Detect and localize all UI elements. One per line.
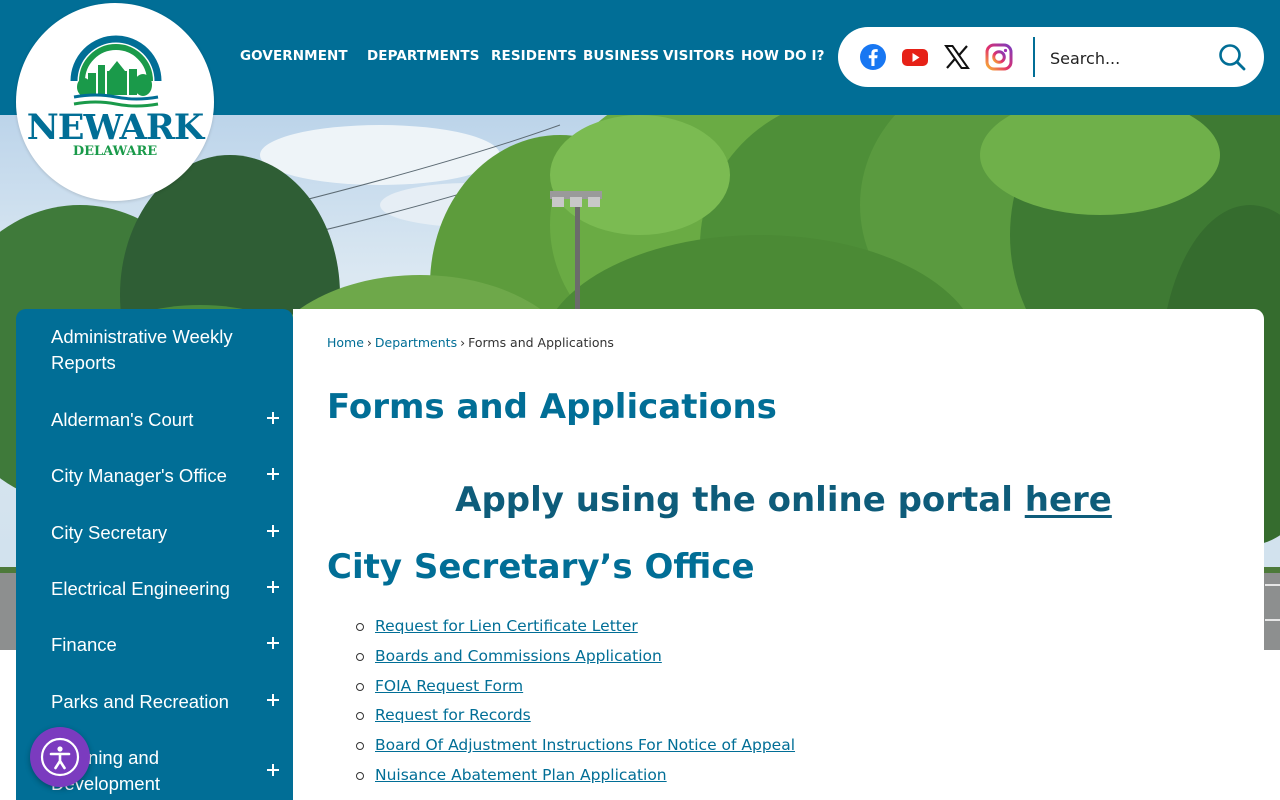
sidebar-item-finance[interactable]: Finance: [16, 632, 293, 662]
utility-bar: [838, 27, 1264, 87]
expand-plus-icon[interactable]: [266, 524, 280, 538]
sidebar-item-city-secretary[interactable]: City Secretary: [16, 520, 293, 550]
form-link-board-of-adjustment[interactable]: Board Of Adjustment Instructions For Not…: [375, 736, 795, 754]
nav-business[interactable]: BUSINESS: [583, 48, 659, 64]
nav-visitors[interactable]: VISITORS: [663, 48, 735, 64]
sidebar-item-label: Parks and Recreation: [51, 691, 229, 712]
breadcrumb-current: Forms and Applications: [468, 335, 614, 350]
sidebar-item-label: Alderman's Court: [51, 409, 194, 430]
breadcrumb-separator: ›: [460, 335, 466, 350]
sidebar-item-label: Finance: [51, 634, 117, 655]
list-item: Request for Records: [327, 702, 795, 732]
youtube-icon[interactable]: [901, 43, 929, 71]
list-item: Nuisance Abatement Plan Application: [327, 762, 795, 792]
accessibility-button[interactable]: [30, 727, 90, 787]
sidebar-item-label: City Secretary: [51, 522, 168, 543]
form-link-foia-request[interactable]: FOIA Request Form: [375, 677, 523, 695]
page-title: Forms and Applications: [327, 387, 777, 427]
breadcrumb-separator: ›: [366, 335, 372, 350]
sidebar-item-label: Administrative Weekly Reports: [51, 326, 233, 373]
logo-wordmark: NEWARK: [27, 107, 206, 148]
search-input[interactable]: [1048, 41, 1212, 75]
nav-how-do-i[interactable]: HOW DO I?: [741, 48, 825, 64]
list-item: Boards and Commissions Application: [327, 643, 795, 673]
portal-text: Apply using the online portal: [455, 480, 1025, 520]
sidebar-item-electrical-engineering[interactable]: Electrical Engineering: [16, 576, 293, 606]
sidebar-item-aldermans-court[interactable]: Alderman's Court: [16, 407, 293, 437]
expand-plus-icon[interactable]: [266, 411, 280, 425]
portal-link[interactable]: here: [1025, 480, 1112, 520]
sidebar-item-label: City Manager's Office: [51, 465, 227, 486]
breadcrumb-home[interactable]: Home: [327, 335, 364, 350]
expand-plus-icon[interactable]: [266, 636, 280, 650]
nav-government[interactable]: GOVERNMENT: [240, 48, 348, 64]
expand-plus-icon[interactable]: [266, 467, 280, 481]
form-link-request-records[interactable]: Request for Records: [375, 706, 531, 724]
list-item: FOIA Request Form: [327, 673, 795, 703]
form-link-boards-commissions[interactable]: Boards and Commissions Application: [375, 647, 662, 665]
logo-state: DELAWARE: [73, 144, 157, 159]
instagram-icon[interactable]: [985, 43, 1013, 71]
sidebar-item-parks-and-recreation[interactable]: Parks and Recreation: [16, 689, 293, 719]
section-title: City Secretary’s Office: [327, 547, 755, 587]
utility-divider: [1033, 37, 1035, 77]
forms-list: Request for Lien Certificate Letter Boar…: [327, 613, 795, 792]
main-content: Home › Departments › Forms and Applications …: [293, 309, 1264, 800]
search-icon[interactable]: [1216, 41, 1248, 73]
form-link-lien-certificate[interactable]: Request for Lien Certificate Letter: [375, 617, 638, 635]
online-portal-callout: Apply using the online portal here: [293, 480, 1264, 520]
sidebar-item-label: Electrical Engineering: [51, 578, 230, 599]
expand-plus-icon[interactable]: [266, 763, 280, 777]
facebook-icon[interactable]: [859, 43, 887, 71]
sidebar-item-administrative-weekly-reports[interactable]: Administrative Weekly Reports: [16, 324, 293, 380]
list-item: Board Of Adjustment Instructions For Not…: [327, 732, 795, 762]
form-link-nuisance-abatement[interactable]: Nuisance Abatement Plan Application: [375, 766, 667, 784]
expand-plus-icon[interactable]: [266, 580, 280, 594]
breadcrumb-departments[interactable]: Departments: [375, 335, 457, 350]
x-icon[interactable]: [943, 43, 971, 71]
expand-plus-icon[interactable]: [266, 693, 280, 707]
sidebar-item-city-managers-office[interactable]: City Manager's Office: [16, 463, 293, 493]
breadcrumb: Home › Departments › Forms and Applications: [327, 335, 614, 350]
list-item: Request for Lien Certificate Letter: [327, 613, 795, 643]
accessibility-icon: [40, 737, 80, 777]
city-logo[interactable]: NEWARK DELAWARE: [16, 3, 214, 201]
nav-residents[interactable]: RESIDENTS: [491, 48, 577, 64]
nav-departments[interactable]: DEPARTMENTS: [367, 48, 480, 64]
